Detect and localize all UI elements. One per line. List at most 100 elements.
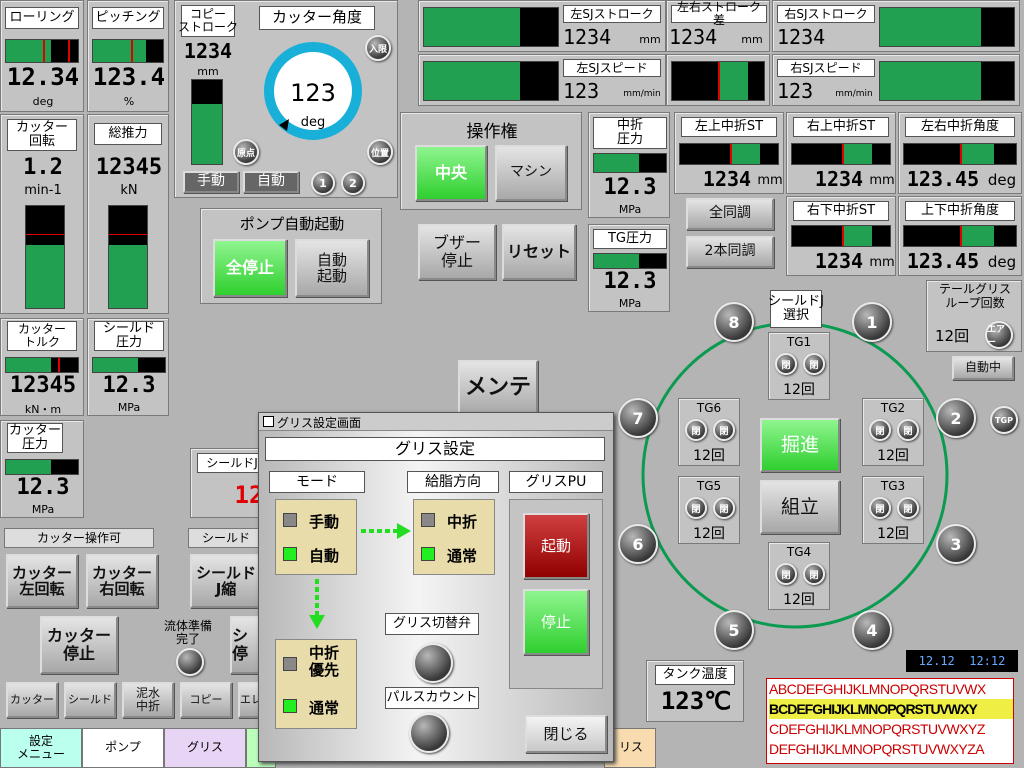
stroke-vbar [191, 79, 223, 165]
sync-two-button[interactable]: 2本同調 [686, 236, 774, 268]
thrust-vbar [108, 205, 148, 309]
upper-right-st-panel: 右上中折ST 1234 mm [786, 112, 896, 194]
tg5-count: 12回 [693, 526, 725, 542]
ud-angle-unit: deg [987, 253, 1017, 271]
cutter-right-rot-button[interactable]: カッター 右回転 [86, 554, 158, 608]
tail-grease-label: テールグリス ループ回数 [938, 282, 1011, 310]
sj-right-speed-unit: mm/min [835, 89, 873, 99]
cutter-left-rot-button[interactable]: カッター 左回転 [6, 554, 78, 608]
tg1-close-b: 閉 [803, 353, 825, 375]
arrow-right-icon [361, 523, 411, 539]
operation-machine-button[interactable]: マシン [495, 145, 567, 201]
lower-right-st-unit: mm [869, 255, 895, 270]
grease-dialog-checkbox[interactable] [263, 416, 274, 427]
cutter-torque-value: 12345 [9, 373, 77, 398]
sj-diff-unit: mm [741, 33, 763, 46]
pulse-count-lamp [409, 713, 449, 753]
small-shield-button[interactable]: シールド [64, 682, 116, 718]
tg6-panel: TG6 閉 閉 12回 [678, 398, 740, 466]
switch-valve-label: グリス切替弁 [385, 613, 479, 635]
position-indicator: 位置 [367, 139, 393, 165]
tg4-close-b: 閉 [803, 563, 825, 585]
supply-normal-lamp[interactable] [421, 547, 435, 561]
upper-left-st-unit: mm [757, 173, 783, 188]
shield-pressure-panel: シールド 圧力 12.3 MPa [87, 318, 169, 416]
jack-7[interactable]: 7 [618, 398, 658, 438]
jack-5[interactable]: 5 [714, 610, 754, 650]
tab-settings-menu[interactable]: 設定 メニュー [0, 728, 82, 768]
mid-pressure-unit: MPa [618, 203, 642, 216]
jack-2[interactable]: 2 [936, 398, 976, 438]
lr-angle-panel: 左右中折角度 123.45 deg [898, 112, 1022, 194]
tg5-close-a: 閉 [685, 497, 707, 519]
cutter-stop-button[interactable]: カッター 停止 [40, 616, 118, 674]
auto-running-button[interactable]: 自動中 [952, 356, 1014, 380]
assemble-button[interactable]: 組立 [760, 480, 840, 534]
ud-angle-value: 123.45 [906, 249, 980, 273]
small-copy-button[interactable]: コピー [180, 682, 232, 718]
font-test-2: BCDEFGHIJKLMNOPQRSTUVWXY [769, 699, 1013, 719]
cutter-ops-label: カッター操作可 [4, 528, 154, 548]
upper-left-st-value: 1234 [702, 167, 752, 191]
tank-temp-value: 123℃ [660, 687, 732, 715]
excavate-button[interactable]: 掘進 [760, 418, 840, 472]
sync-all-button[interactable]: 全同調 [686, 198, 774, 230]
shield-pressure-bar [92, 357, 166, 373]
supply-normal-label: 通常 [447, 547, 478, 565]
cutter-manual-button[interactable]: 手動 [183, 171, 239, 193]
mente-button[interactable]: メンテ [458, 360, 538, 416]
cutter-mode-2[interactable]: 2 [341, 171, 365, 195]
jack-6[interactable]: 6 [618, 524, 658, 564]
shield-j-retract-button[interactable]: シールド J縮 [190, 554, 262, 608]
cutter-angle-panel: コピー ストローク 1234 mm カッター角度 123 deg 入限 原点 位… [174, 0, 398, 198]
grease-dialog-title: グリス設定画面 [277, 416, 362, 430]
sj-left-stroke-value: 1234 [563, 25, 612, 49]
tab-grease[interactable]: グリス [164, 728, 246, 768]
grease-pu-start-button[interactable]: 起動 [523, 513, 589, 579]
dialog-close-button[interactable]: 閉じる [525, 715, 607, 753]
lr-angle-label: 左右中折角度 [905, 117, 1015, 137]
thrust-panel: 総推力 12345 kN [87, 114, 169, 314]
operation-center-button[interactable]: 中央 [415, 145, 487, 201]
jack-4[interactable]: 4 [852, 610, 892, 650]
buzzer-stop-button[interactable]: ブザー 停止 [418, 224, 496, 280]
upper-right-st-label: 右上中折ST [793, 117, 889, 137]
reset-button[interactable]: リセット [502, 224, 576, 280]
sj-left-stroke-unit: mm [639, 33, 661, 46]
sj-diff-bar-panel [666, 54, 770, 106]
small-mud-button[interactable]: 泥水 中折 [122, 682, 174, 718]
cutter-auto-button[interactable]: 自動 [243, 171, 299, 193]
tail-grease-panel: テールグリス ループ回数 12回 エアー [926, 280, 1022, 352]
cutter-pressure-label: カッター 圧力 [7, 423, 63, 453]
supply-mid-lamp[interactable] [421, 513, 435, 527]
operation-panel: 操作権 中央 マシン [400, 112, 582, 210]
stroke-value: 1234 [183, 39, 233, 63]
sj-left-stroke-panel: 左SJストローク 1234 mm [418, 0, 666, 52]
pump-stop-all-button[interactable]: 全停止 [213, 239, 287, 297]
cutter-angle-label: カッター角度 [259, 6, 375, 30]
shield-pressure-unit: MPa [117, 401, 141, 414]
mode-manual-lamp[interactable] [283, 513, 297, 527]
cutter-angle-value: 123 [290, 79, 336, 107]
jack-8[interactable]: 8 [714, 302, 754, 342]
tg1-close-a: 閉 [775, 353, 797, 375]
pump-panel: ポンプ自動起動 全停止 自動 起動 [200, 208, 382, 304]
rolling-bar [5, 39, 79, 63]
mode-auto-lamp[interactable] [283, 547, 297, 561]
jack-3[interactable]: 3 [936, 524, 976, 564]
small-cutter-button[interactable]: カッター [6, 682, 58, 718]
cutter-rot-panel: カッター 回転 1.2 min-1 [0, 114, 84, 314]
tg3-panel: TG3 閉 閉 12回 [862, 476, 924, 544]
pump-auto-start-button[interactable]: 自動 起動 [295, 239, 369, 297]
cutter-pressure-unit: MPa [31, 503, 55, 516]
upper-right-st-unit: mm [869, 173, 895, 188]
jack-1[interactable]: 1 [852, 302, 892, 342]
sj-right-stroke-label: 右SJストローク [777, 5, 875, 23]
grease-pu-stop-button[interactable]: 停止 [523, 589, 589, 655]
priority-mid-lamp[interactable] [283, 657, 297, 671]
limit-indicator: 入限 [365, 35, 391, 61]
cutter-mode-1[interactable]: 1 [311, 171, 335, 195]
lr-angle-unit: deg [987, 171, 1017, 189]
priority-normal-lamp[interactable] [283, 699, 297, 713]
tab-pump[interactable]: ポンプ [82, 728, 164, 768]
